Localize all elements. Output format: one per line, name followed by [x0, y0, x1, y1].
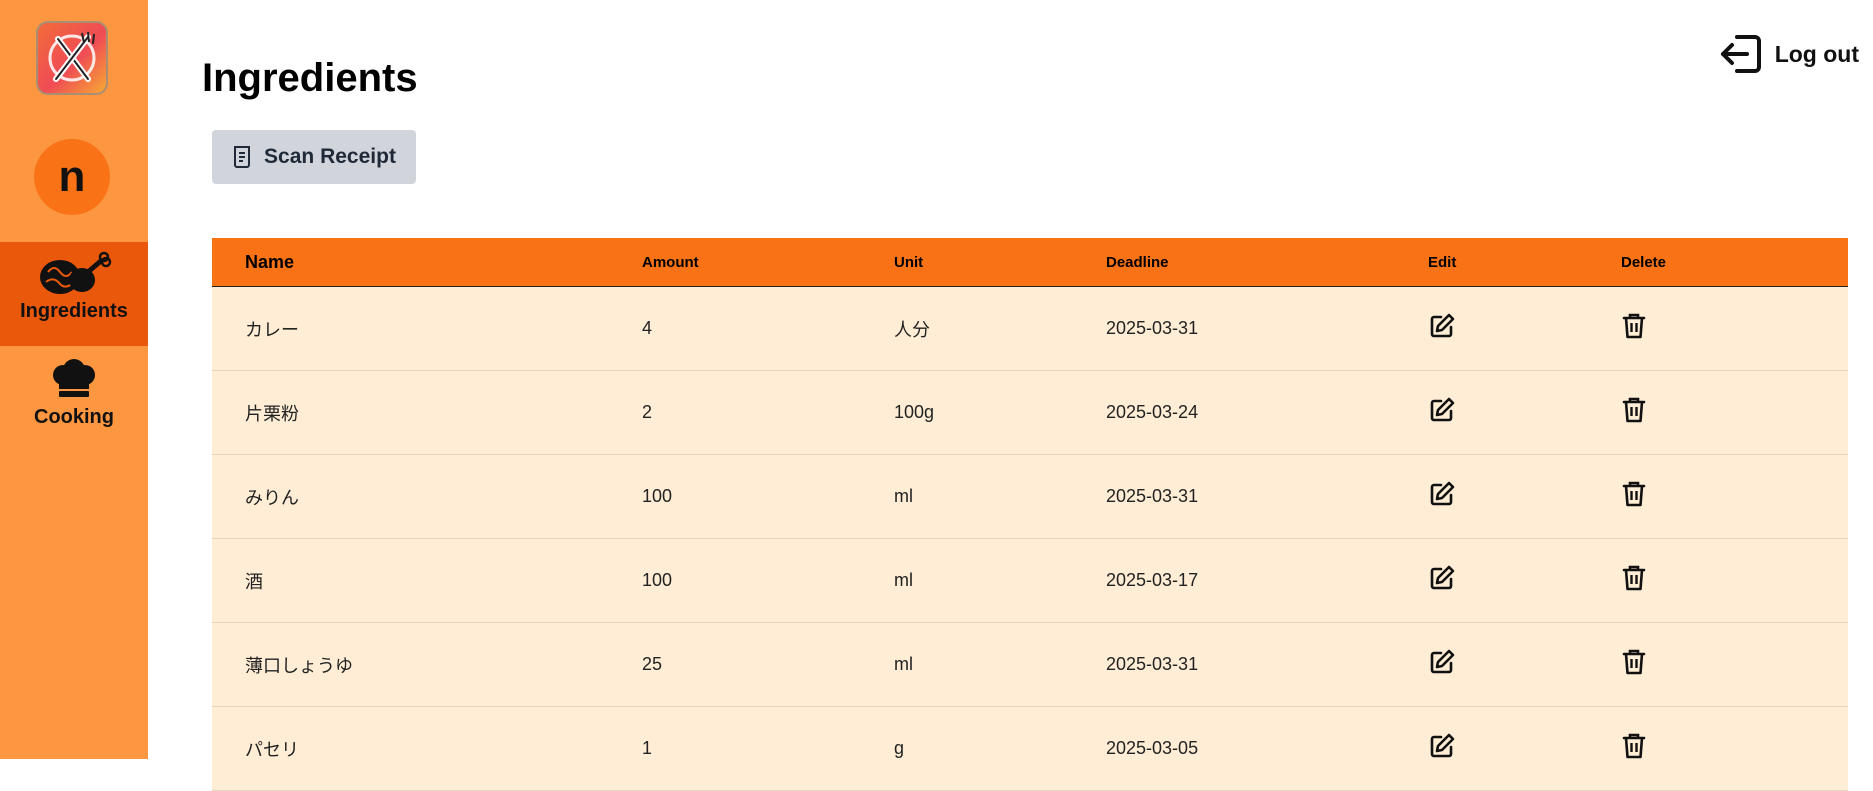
cell-delete [1621, 706, 1848, 791]
cell-amount: 25 [642, 622, 894, 707]
cell-unit: g [894, 706, 1106, 791]
trash-icon[interactable] [1621, 564, 1647, 592]
sidebar-item-cooking[interactable]: Cooking [0, 348, 148, 434]
cell-edit [1428, 286, 1621, 371]
trash-icon[interactable] [1621, 396, 1647, 424]
cell-name: カレー [212, 286, 642, 371]
edit-icon[interactable] [1428, 648, 1456, 676]
column-header-edit: Edit [1428, 238, 1621, 287]
edit-icon[interactable] [1428, 396, 1456, 424]
cell-name: 片栗粉 [212, 370, 642, 455]
trash-icon[interactable] [1621, 312, 1647, 340]
chef-hat-icon [53, 359, 95, 397]
cell-deadline: 2025-03-05 [1106, 706, 1428, 791]
scan-receipt-button[interactable]: Scan Receipt [212, 130, 416, 184]
logout-label: Log out [1774, 40, 1859, 67]
cell-amount: 4 [642, 286, 894, 371]
cell-unit: 人分 [894, 286, 1106, 371]
cell-amount: 100 [642, 454, 894, 539]
cell-edit [1428, 622, 1621, 707]
cell-deadline: 2025-03-24 [1106, 370, 1428, 455]
cell-unit: ml [894, 538, 1106, 623]
sidebar: n Ingredients Cooking [0, 0, 148, 759]
fork-knife-logo-icon [48, 31, 96, 82]
cell-delete [1621, 538, 1848, 623]
sidebar-item-label: Cooking [34, 406, 114, 428]
app-logo[interactable] [36, 21, 108, 95]
table-row: 酒 100 ml 2025-03-17 [212, 538, 1848, 623]
meat-drumstick-icon [40, 251, 112, 294]
edit-icon[interactable] [1428, 312, 1456, 340]
cell-delete [1621, 622, 1848, 707]
avatar-initial: n [58, 152, 86, 201]
avatar[interactable]: n [34, 139, 110, 215]
receipt-icon [234, 146, 251, 168]
trash-icon[interactable] [1621, 648, 1647, 676]
cell-unit: ml [894, 622, 1106, 707]
edit-icon[interactable] [1428, 564, 1456, 592]
sidebar-item-label: Ingredients [20, 300, 128, 322]
cell-name: 薄口しょうゆ [212, 622, 642, 707]
cell-unit: 100g [894, 370, 1106, 455]
column-header-name[interactable]: Name [212, 238, 642, 287]
logout-button[interactable]: Log out [1719, 30, 1859, 78]
column-header-unit[interactable]: Unit [894, 238, 1106, 287]
table-row: パセリ 1 g 2025-03-05 [212, 706, 1848, 791]
cell-deadline: 2025-03-17 [1106, 538, 1428, 623]
cell-amount: 100 [642, 538, 894, 623]
cell-unit: ml [894, 454, 1106, 539]
cell-deadline: 2025-03-31 [1106, 622, 1428, 707]
page-title: Ingredients [202, 56, 418, 100]
logout-icon [1720, 35, 1761, 73]
edit-icon[interactable] [1428, 480, 1456, 508]
sidebar-item-ingredients[interactable]: Ingredients [0, 242, 148, 346]
cell-name: みりん [212, 454, 642, 539]
column-header-amount[interactable]: Amount [642, 238, 894, 287]
trash-icon[interactable] [1621, 480, 1647, 508]
table-row: カレー 4 人分 2025-03-31 [212, 286, 1848, 371]
scan-receipt-label: Scan Receipt [264, 145, 396, 168]
cell-amount: 2 [642, 370, 894, 455]
cell-delete [1621, 370, 1848, 455]
cell-edit [1428, 454, 1621, 539]
ingredients-table: Name Amount Unit Deadline Edit Delete カレ… [212, 238, 1848, 791]
cell-name: 酒 [212, 538, 642, 623]
cell-edit [1428, 706, 1621, 791]
column-header-delete: Delete [1621, 238, 1848, 287]
column-header-deadline[interactable]: Deadline [1106, 238, 1428, 287]
table-header-row: Name Amount Unit Deadline Edit Delete [212, 238, 1848, 287]
cell-edit [1428, 370, 1621, 455]
cell-deadline: 2025-03-31 [1106, 454, 1428, 539]
cell-name: パセリ [212, 706, 642, 791]
cell-delete [1621, 454, 1848, 539]
edit-icon[interactable] [1428, 732, 1456, 760]
table-row: みりん 100 ml 2025-03-31 [212, 454, 1848, 539]
cell-edit [1428, 538, 1621, 623]
table-row: 片栗粉 2 100g 2025-03-24 [212, 370, 1848, 455]
cell-amount: 1 [642, 706, 894, 791]
trash-icon[interactable] [1621, 732, 1647, 760]
cell-deadline: 2025-03-31 [1106, 286, 1428, 371]
cell-delete [1621, 286, 1848, 371]
table-row: 薄口しょうゆ 25 ml 2025-03-31 [212, 622, 1848, 707]
